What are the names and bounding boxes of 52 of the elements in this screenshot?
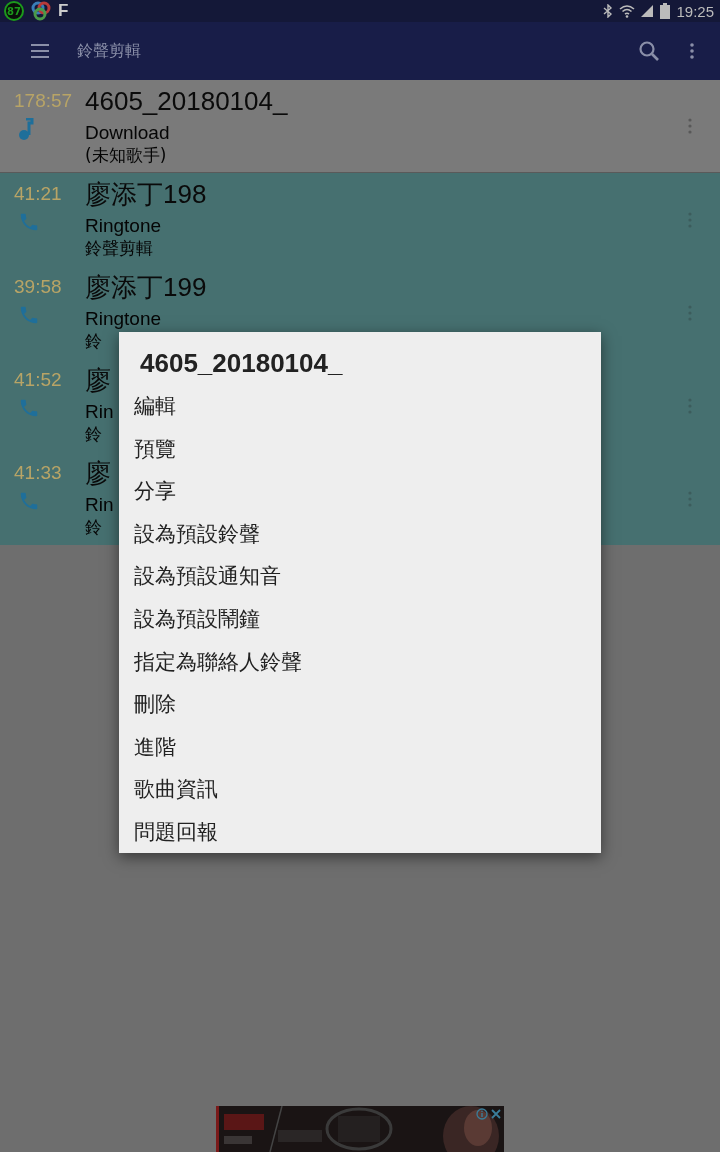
duration-text: 41:21 — [14, 183, 63, 205]
duration-text: 178:57 — [14, 90, 74, 112]
phone-icon — [18, 211, 40, 233]
song-title: 廖添丁198 — [85, 179, 207, 209]
folder-text: Download — [85, 122, 170, 144]
phone-icon — [18, 304, 40, 326]
notification-badge: 87 — [4, 1, 24, 21]
menu-item[interactable]: 設為預設鬧鐘 — [134, 597, 586, 641]
list-row[interactable]: 178:57 4605_20180104_ Download (未知歌手) — [0, 80, 720, 173]
close-icon[interactable] — [490, 1108, 502, 1120]
folder-text: Rin — [85, 401, 114, 423]
phone-icon — [18, 490, 40, 512]
song-title: 廖 — [85, 458, 111, 488]
list-row[interactable]: 41:21 廖添丁198 Ringtone 鈴聲剪輯 — [0, 173, 720, 266]
duration-text: 41:33 — [14, 462, 63, 484]
menu-item[interactable]: 刪除 — [134, 683, 586, 726]
app-title: 鈴聲剪輯 — [77, 40, 141, 62]
duration-text: 41:52 — [14, 369, 63, 391]
artist-text: 鈴 — [85, 330, 102, 352]
menu-item[interactable]: 預覽 — [134, 427, 586, 471]
artist-text: 鈴 — [85, 423, 102, 445]
menu-item[interactable]: 設為預設鈴聲 — [134, 512, 586, 556]
menu-item[interactable]: 指定為聯絡人鈴聲 — [134, 640, 586, 684]
song-title: 廖添丁199 — [85, 272, 207, 302]
clock-time: 19:25 — [676, 2, 714, 20]
folder-text: Ringtone — [85, 308, 162, 330]
menu-item[interactable]: 編輯 — [134, 385, 586, 428]
artist-text: (未知歌手) — [85, 144, 167, 166]
phone-icon — [18, 397, 40, 419]
bluetooth-icon — [603, 4, 614, 18]
song-title: 4605_20180104_ — [85, 86, 288, 116]
menu-item[interactable]: 進階 — [134, 725, 586, 769]
signal-icon — [641, 5, 655, 17]
folder-text: Ringtone — [85, 215, 162, 237]
folder-text: Rin — [85, 494, 114, 516]
menu-item[interactable]: 問題回報 — [134, 810, 586, 854]
artist-text: 鈴聲剪輯 — [85, 237, 153, 259]
menu-item[interactable]: 分享 — [134, 470, 586, 513]
menu-icon[interactable] — [31, 44, 49, 58]
app-letter: F — [58, 1, 69, 21]
music-note-icon — [18, 118, 34, 140]
artist-text: 鈴 — [85, 516, 102, 538]
more-icon[interactable] — [690, 43, 694, 59]
battery-icon — [660, 3, 671, 19]
search-icon[interactable] — [638, 40, 660, 62]
info-icon[interactable] — [476, 1108, 488, 1120]
menu-item[interactable]: 歌曲資訊 — [134, 768, 586, 811]
wifi-icon — [619, 4, 636, 18]
rings-icon — [30, 1, 52, 21]
song-title: 廖 — [85, 365, 111, 395]
menu-item[interactable]: 設為預設通知音 — [134, 555, 586, 598]
duration-text: 39:58 — [14, 276, 63, 298]
